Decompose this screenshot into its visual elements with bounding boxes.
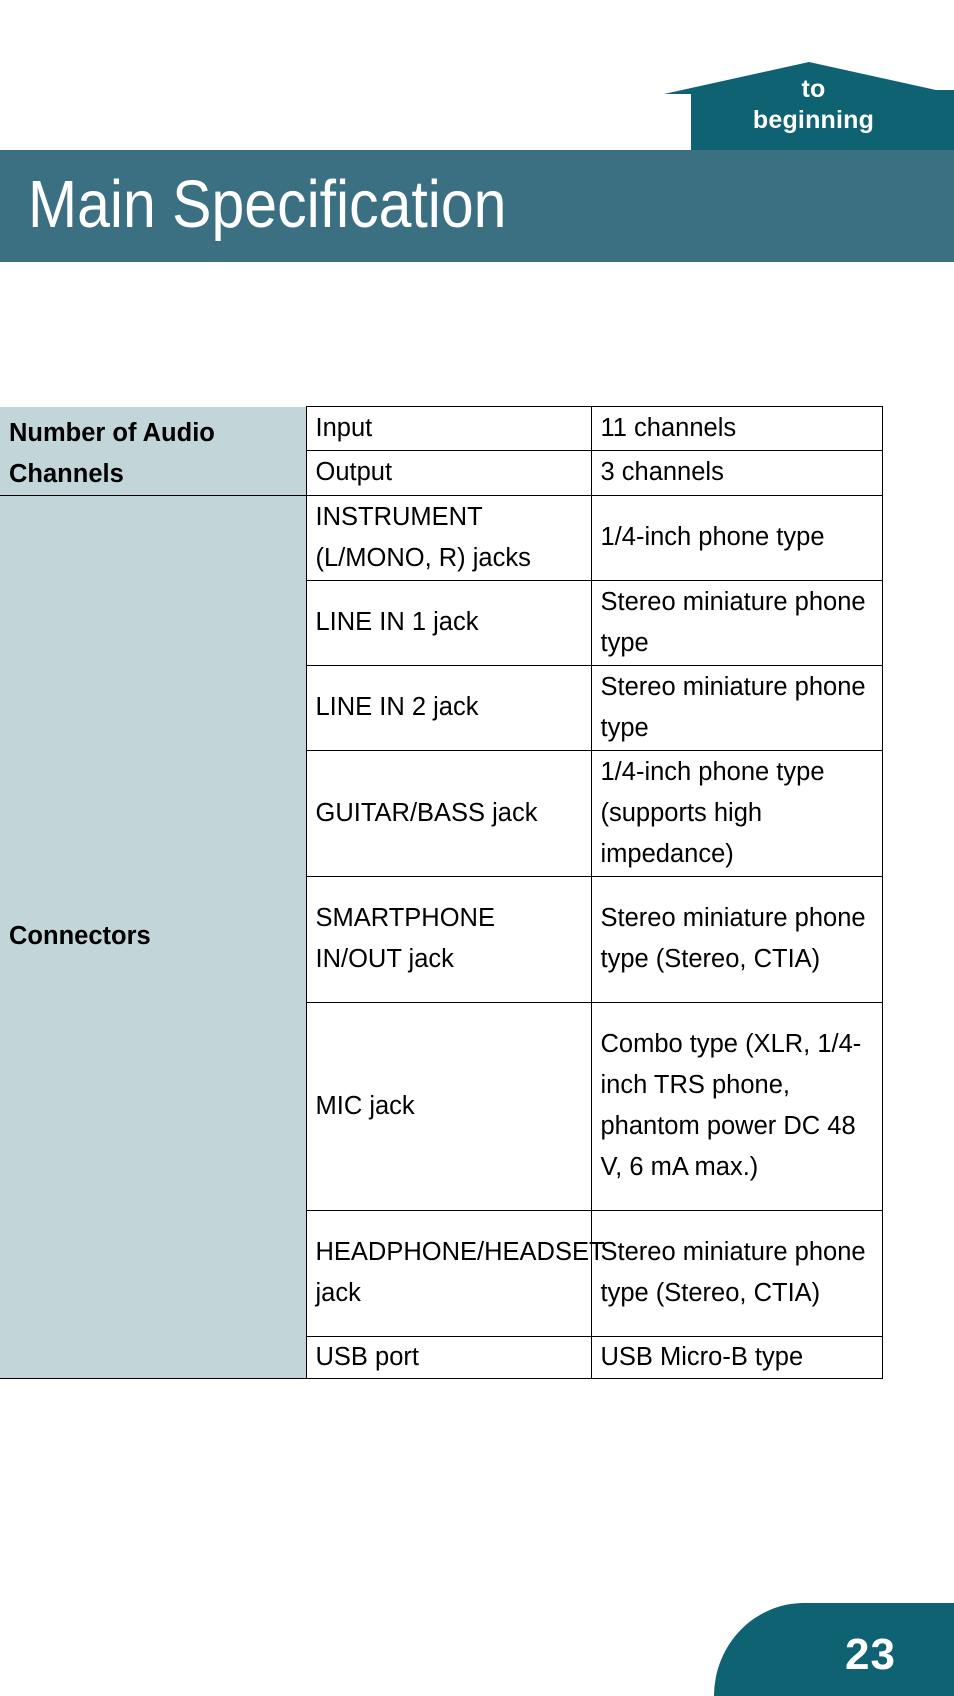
home-button-label-line1: to: [801, 75, 826, 103]
value-cell: 3 channels: [591, 450, 883, 496]
item-cell: USB port: [306, 1335, 592, 1379]
value-cell: Combo type (XLR, 1/4-inch TRS phone, pha…: [591, 1001, 883, 1211]
item-cell: Output: [306, 450, 592, 496]
item-cell: MIC jack: [306, 1001, 592, 1211]
item-cell: LINE IN 1 jack: [306, 579, 592, 666]
item-cell: HEADPHONE/HEADSET jack: [306, 1209, 605, 1337]
item-cell: GUITAR/BASS jack: [306, 749, 592, 877]
table-row: Number of Audio Channels Input 11 channe…: [0, 405, 883, 496]
page-title: Main Specification: [28, 167, 507, 242]
value-cell: Stereo miniature phone type: [591, 579, 883, 666]
value-cell: 1/4-inch phone type (supports high imped…: [591, 749, 883, 877]
item-cell: Input: [306, 405, 592, 452]
value-cell: Stereo miniature phone type: [591, 664, 883, 751]
value-cell: 1/4-inch phone type: [591, 494, 883, 581]
home-button-label-line2: beginning: [752, 106, 875, 134]
value-cell: Stereo miniature phone type (Stereo, CTI…: [591, 1209, 883, 1337]
item-cell: LINE IN 2 jack: [306, 664, 592, 751]
main-specification-table: Number of Audio Channels Input 11 channe…: [0, 405, 883, 1379]
value-cell: Stereo miniature phone type (Stereo, CTI…: [591, 875, 883, 1003]
to-beginning-button[interactable]: to beginning: [664, 62, 954, 154]
home-button-labels: to beginning: [691, 66, 936, 154]
value-cell: USB Micro-B type: [591, 1335, 883, 1379]
page-number-tab: [714, 1603, 954, 1696]
item-cell: SMARTPHONE IN/OUT jack: [306, 875, 592, 1003]
value-cell: 11 channels: [591, 405, 883, 452]
item-cell: INSTRUMENT (L/MONO, R) jacks: [306, 494, 592, 581]
category-cell-number-of-audio-channels: Number of Audio Channels: [0, 406, 307, 496]
page-number: 23: [845, 1630, 896, 1679]
category-cell-connectors: Connectors: [0, 495, 307, 1379]
table-row: Connectors INSTRUMENT (L/MONO, R) jacks …: [0, 494, 883, 1379]
title-banner: Main Specification: [0, 150, 954, 262]
